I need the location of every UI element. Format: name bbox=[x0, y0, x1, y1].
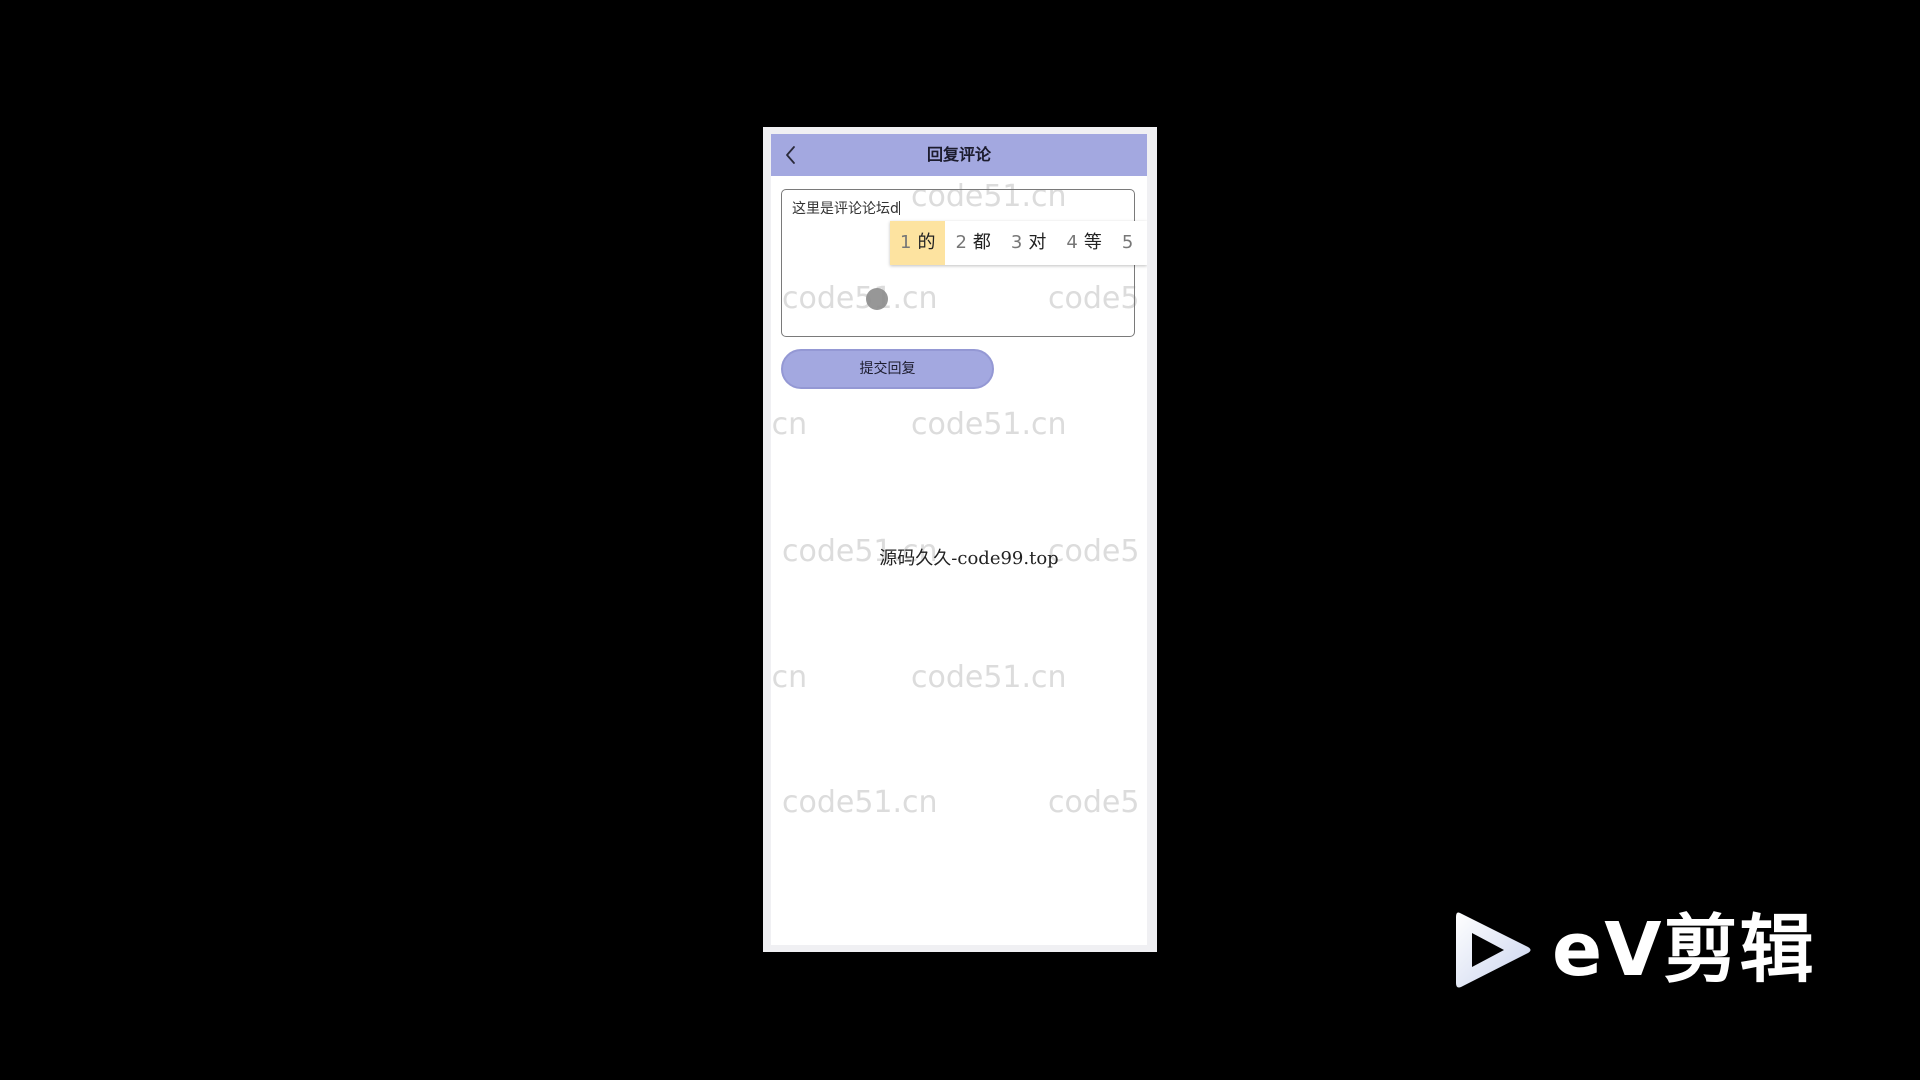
submit-reply-button[interactable]: 提交回复 bbox=[781, 349, 994, 389]
ime-candidate-text: 对 bbox=[1028, 232, 1047, 253]
ime-candidate-bar: 1的 2都 3对 4等 5 bbox=[890, 221, 1147, 265]
page-title: 回复评论 bbox=[926, 145, 991, 164]
watermark: code51.cn bbox=[911, 407, 1067, 442]
ime-candidate-number: 4 bbox=[1066, 232, 1078, 253]
ime-candidate-number: 1 bbox=[900, 232, 912, 253]
ime-candidate[interactable]: 3对 bbox=[1001, 221, 1056, 265]
watermark: 1.cn bbox=[771, 660, 808, 695]
ime-candidate-text: 的 bbox=[917, 232, 936, 253]
chevron-left-icon[interactable] bbox=[783, 144, 799, 166]
phone-frame: code51.cn code51.cn code5 1.cn code51.cn… bbox=[763, 127, 1157, 952]
ime-candidate-number: 3 bbox=[1010, 232, 1023, 253]
ime-candidate-text: 等 bbox=[1083, 232, 1102, 253]
caption-text: 源码久久-code99.top bbox=[879, 548, 1059, 569]
text-caret bbox=[898, 201, 900, 215]
watermark: 1.cn bbox=[771, 407, 808, 442]
ev-logo-text: eV剪辑 bbox=[1552, 907, 1816, 993]
ime-candidate-number: 2 bbox=[955, 232, 967, 253]
ime-candidate-text: 都 bbox=[972, 232, 991, 253]
phone-screen: code51.cn code51.cn code5 1.cn code51.cn… bbox=[771, 134, 1147, 945]
play-triangle-icon bbox=[1456, 912, 1531, 988]
ime-candidate[interactable]: 2都 bbox=[945, 221, 1000, 265]
ime-candidate-number: 5 bbox=[1121, 232, 1134, 253]
ime-candidate[interactable]: 4等 bbox=[1056, 221, 1111, 265]
watermark: code51.cn bbox=[782, 785, 938, 820]
watermark: code51.cn bbox=[911, 660, 1067, 695]
textarea-value: 这里是评论论坛d bbox=[792, 201, 900, 217]
ime-candidate[interactable]: 1的 bbox=[890, 221, 946, 265]
ime-candidate[interactable]: 5 bbox=[1112, 221, 1147, 265]
nav-bar: 回复评论 bbox=[771, 134, 1147, 176]
watermark: code5 bbox=[1048, 785, 1140, 820]
touch-indicator bbox=[866, 288, 888, 310]
ev-logo: eV剪辑 bbox=[1450, 905, 1830, 995]
